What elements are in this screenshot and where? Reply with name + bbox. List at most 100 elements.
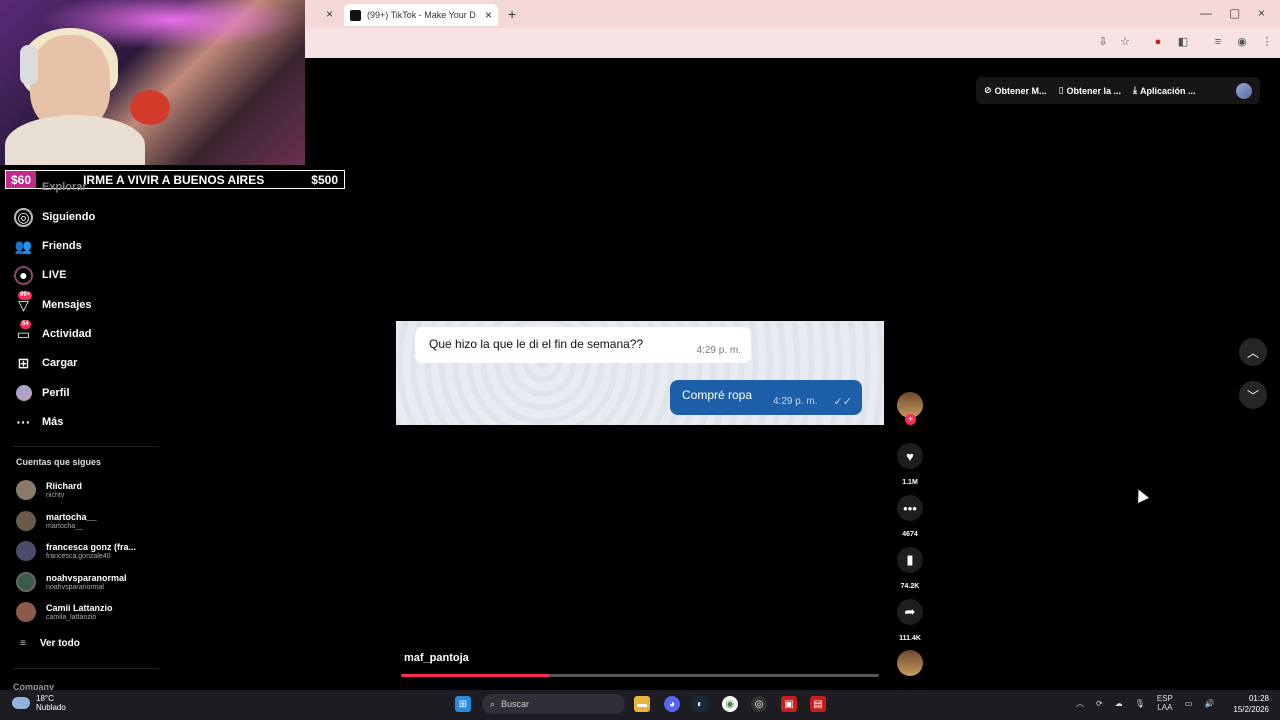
language-indicator[interactable]: ESP LAA bbox=[1157, 694, 1173, 712]
cloud-tray-icon[interactable]: ☁ bbox=[1115, 699, 1123, 708]
like-count: 1.1M bbox=[902, 479, 918, 486]
chevron-up-icon: ︿ bbox=[1246, 345, 1259, 360]
profile-avatar-icon[interactable]: ◉ bbox=[1235, 35, 1249, 49]
app-red-icon[interactable]: ▣ bbox=[781, 696, 797, 712]
sidebar-item-explore[interactable]: Explorar bbox=[42, 181, 87, 193]
video-author[interactable]: maf_pantoja bbox=[404, 652, 469, 664]
file-explorer-icon[interactable]: ▬ bbox=[634, 696, 650, 712]
tab-tiktok[interactable]: (99+) TikTok - Make Your D × bbox=[344, 4, 498, 26]
following-icon: ◎ bbox=[14, 207, 33, 227]
search-icon: ⌕ bbox=[490, 698, 496, 709]
extensions-icon[interactable]: ◧ bbox=[1176, 35, 1190, 49]
activity-icon: ▭ 54 bbox=[16, 319, 31, 342]
new-tab-button[interactable]: + bbox=[508, 6, 516, 22]
sidebar-item-activity[interactable]: ▭ 54 Actividad bbox=[14, 319, 92, 345]
following-account[interactable]: Camii Lattanzio camila_lattanzio bbox=[16, 602, 113, 622]
share-button[interactable]: ➦ 111.4K bbox=[896, 599, 924, 642]
tray-expand-icon[interactable]: ︿ bbox=[1076, 698, 1084, 709]
bookmark-icon: ▮ bbox=[897, 547, 923, 573]
opera-extension-icon[interactable]: ● bbox=[1151, 35, 1165, 49]
outgoing-message-time: 4:29 p. m. bbox=[773, 396, 818, 407]
desktop-app-button[interactable]: ⤓ Aplicación ... bbox=[1133, 85, 1196, 96]
avatar bbox=[16, 572, 36, 592]
like-button[interactable]: ♥ 1.1M bbox=[896, 443, 924, 486]
messages-icon: ▽ 99+ bbox=[18, 290, 33, 313]
mic-icon[interactable]: 🎙 bbox=[1135, 699, 1145, 708]
volume-icon[interactable]: 🔊 bbox=[1204, 699, 1214, 708]
following-account[interactable]: martocha__ martocha__ bbox=[16, 511, 97, 531]
obs-icon[interactable]: ◎ bbox=[751, 696, 767, 712]
friends-icon: 👥 bbox=[14, 237, 33, 254]
video-progress-bar[interactable] bbox=[401, 674, 879, 677]
comment-button[interactable]: ••• 4674 bbox=[896, 495, 924, 538]
chevron-down-icon: ﹀ bbox=[1246, 388, 1259, 403]
browser-toolbar bbox=[305, 28, 1280, 58]
streamer-webcam bbox=[0, 0, 305, 165]
video-player[interactable]: Que hizo la que le di el fin de semana??… bbox=[396, 321, 884, 425]
activity-badge: 54 bbox=[20, 319, 31, 329]
following-accounts-heading: Cuentas que sigues bbox=[16, 457, 102, 467]
goal-current: $60 bbox=[6, 171, 37, 188]
creator-avatar[interactable]: + bbox=[896, 392, 924, 425]
sidebar-item-more[interactable]: ··· Más bbox=[14, 411, 64, 433]
taskbar-clock[interactable]: 01:28 15/2/2026 bbox=[1221, 693, 1269, 715]
close-window-button[interactable]: × bbox=[1258, 6, 1265, 20]
following-account[interactable]: francesca gonz (fra... francesca.gonzale4… bbox=[16, 541, 136, 561]
get-coins-button[interactable]: ⊘ Obtener M... bbox=[984, 85, 1047, 96]
chrome-icon[interactable]: ◉ bbox=[722, 696, 738, 712]
sidebar-item-profile[interactable]: Perfil bbox=[14, 382, 70, 404]
save-button[interactable]: ▮ 74.2K bbox=[896, 547, 924, 590]
get-app-button[interactable]: ▯ Obtener la ... bbox=[1059, 85, 1121, 96]
sidebar-divider bbox=[13, 446, 159, 447]
sidebar-item-messages[interactable]: ▽ 99+ Mensajes bbox=[14, 290, 92, 316]
sidebar-item-friends[interactable]: 👥 Friends bbox=[14, 235, 82, 257]
sound-disc[interactable] bbox=[896, 650, 924, 676]
taskbar-search[interactable]: ⌕ Buscar bbox=[482, 694, 625, 714]
bookmark-star-icon[interactable]: ☆ bbox=[1118, 35, 1132, 49]
sidebar-item-following[interactable]: ◎ Siguiendo bbox=[14, 206, 95, 228]
tiktok-favicon-icon bbox=[350, 9, 361, 21]
save-count: 74.2K bbox=[900, 583, 920, 590]
close-tab-button[interactable]: × bbox=[326, 7, 333, 21]
sync-icon[interactable]: ⟳ bbox=[1096, 699, 1103, 708]
incoming-message-time: 4:29 p. m. bbox=[696, 345, 741, 356]
top-action-bar: ⊘ Obtener M... ▯ Obtener la ... ⤓ Aplicació… bbox=[976, 77, 1260, 104]
steam-icon[interactable]: ◐ bbox=[692, 696, 708, 712]
avatar bbox=[16, 480, 36, 500]
goal-target: $500 bbox=[311, 172, 338, 187]
mouse-cursor-icon bbox=[1133, 487, 1149, 503]
avatar: + bbox=[897, 392, 923, 425]
cloud-icon bbox=[12, 697, 30, 709]
media-control-icon[interactable]: ≡ bbox=[1211, 35, 1225, 49]
messages-badge: 99+ bbox=[18, 290, 33, 300]
double-check-icon: ✓✓ bbox=[833, 396, 852, 408]
weather-widget[interactable]: 18°C Nublado bbox=[12, 694, 66, 712]
sidebar-item-upload[interactable]: ⊞ Cargar bbox=[14, 352, 78, 374]
avatar bbox=[16, 602, 36, 622]
tab-title: (99+) TikTok - Make Your D bbox=[367, 10, 476, 20]
maximize-button[interactable]: ▢ bbox=[1229, 6, 1240, 20]
sidebar-item-live[interactable]: ● LIVE bbox=[14, 264, 66, 286]
share-icon: ➦ bbox=[897, 599, 923, 625]
music-disc-icon bbox=[897, 650, 923, 676]
incoming-message-text: Que hizo la que le di el fin de semana?? bbox=[429, 337, 644, 351]
outgoing-message: Compré ropa 4:29 p. m. ✓✓ bbox=[670, 380, 862, 415]
follow-plus-icon[interactable]: + bbox=[905, 414, 916, 425]
discord-icon[interactable]: ◕ bbox=[664, 696, 680, 712]
user-avatar[interactable] bbox=[1236, 82, 1252, 99]
next-video-button[interactable]: ﹀ bbox=[1239, 381, 1267, 409]
display-icon[interactable]: ▭ bbox=[1185, 699, 1193, 708]
upload-icon: ⊞ bbox=[17, 354, 30, 371]
app-active-icon[interactable]: ▤ bbox=[810, 696, 826, 712]
windows-start-icon[interactable]: ⊞ bbox=[455, 696, 471, 712]
outgoing-message-text: Compré ropa bbox=[682, 388, 753, 402]
following-account[interactable]: noahvsparanormal noahvsparanormal bbox=[16, 572, 127, 592]
phone-icon: ▯ bbox=[1058, 85, 1064, 95]
minimize-button[interactable]: — bbox=[1200, 6, 1212, 20]
menu-kebab-icon[interactable]: ⋮ bbox=[1260, 35, 1274, 49]
tab-close-button[interactable]: × bbox=[485, 8, 492, 22]
previous-video-button[interactable]: ︿ bbox=[1239, 338, 1267, 366]
following-account[interactable]: Riichard riichtv bbox=[16, 480, 82, 500]
install-app-icon[interactable]: ⇩ bbox=[1096, 35, 1110, 49]
see-all-button[interactable]: ≡ Ver todo bbox=[20, 638, 80, 649]
